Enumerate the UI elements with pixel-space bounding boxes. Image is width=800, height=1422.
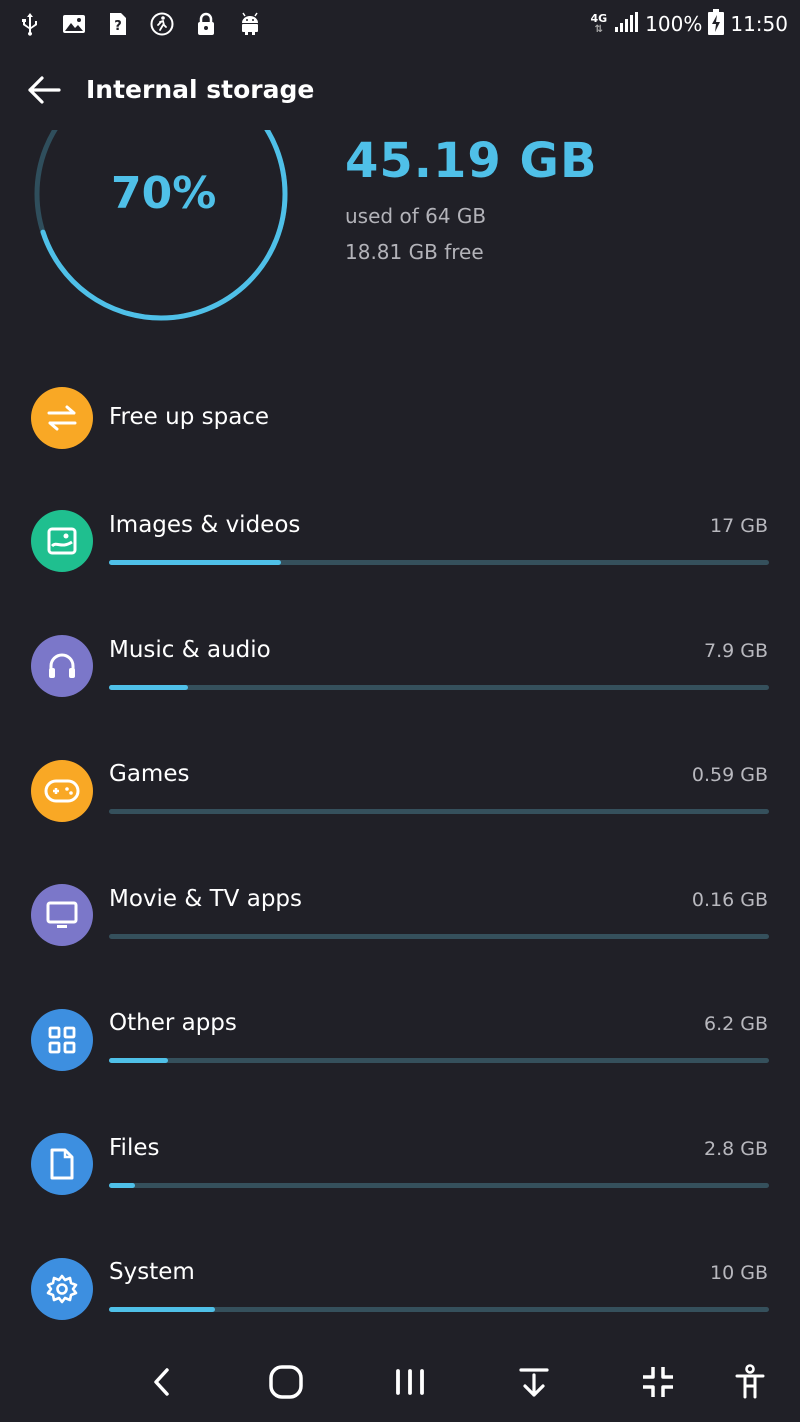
running-icon [150, 12, 174, 36]
app-bar: Internal storage [0, 60, 800, 120]
category-label: Movie & TV apps [109, 886, 302, 912]
gear-icon [31, 1258, 93, 1320]
usage-percent: 70% [111, 168, 217, 219]
category-label: Games [109, 761, 190, 787]
category-size: 2.8 GB [703, 1138, 768, 1160]
free-storage: 18.81 GB free [345, 240, 484, 264]
collapse-down-icon [519, 1368, 549, 1397]
used-storage: 45.19 GB [345, 133, 598, 189]
nav-minimize-button[interactable] [638, 1362, 678, 1402]
category-other-apps[interactable]: Other apps 6.2 GB [0, 993, 800, 1093]
nav-collapse-button[interactable] [514, 1362, 554, 1402]
usage-bar-fill [109, 685, 189, 690]
free-up-space-item[interactable]: Free up space [0, 370, 800, 470]
page-title: Internal storage [86, 75, 315, 104]
recents-icon [396, 1369, 424, 1395]
navigation-bar [0, 1352, 800, 1412]
system-status: 4G ⇅ 100% 11:50 [590, 8, 788, 40]
usage-bar [109, 560, 769, 565]
usage-bar [109, 934, 769, 939]
category-size: 7.9 GB [703, 640, 768, 662]
category-size: 6.2 GB [703, 1013, 768, 1035]
file-icon [31, 1133, 93, 1195]
notification-icons: ? [18, 12, 262, 36]
usage-bar [109, 1307, 769, 1312]
back-button[interactable] [24, 72, 64, 108]
battery-charging-icon [708, 8, 725, 40]
usage-bar [109, 1183, 769, 1188]
apps-grid-icon [31, 1009, 93, 1071]
back-arrow-icon [28, 76, 61, 104]
home-icon [269, 1365, 303, 1399]
nav-back-button[interactable] [142, 1362, 182, 1402]
category-games[interactable]: Games 0.59 GB [0, 744, 800, 844]
usage-bar [109, 809, 769, 814]
usage-bar-fill [109, 560, 281, 565]
battery-percent: 100% [645, 12, 703, 36]
accessibility-icon [735, 1364, 765, 1399]
tv-icon [31, 884, 93, 946]
signal-icon [613, 11, 639, 38]
image-icon [62, 12, 86, 36]
minimize-icon [643, 1367, 673, 1397]
gamepad-icon [31, 760, 93, 822]
usage-bar-fill [109, 1307, 215, 1312]
nav-accessibility-button[interactable] [730, 1362, 770, 1402]
lock-icon [194, 12, 218, 36]
category-size: 17 GB [710, 515, 768, 537]
network-type: 4G ⇅ [590, 11, 608, 35]
image-icon [31, 510, 93, 572]
nav-home-button[interactable] [266, 1362, 306, 1402]
category-files[interactable]: Files 2.8 GB [0, 1118, 800, 1218]
total-storage: used of 64 GB [345, 204, 487, 228]
free-up-space-label: Free up space [109, 404, 270, 430]
status-bar: ? 4G ⇅ 100% 11:50 [0, 0, 800, 48]
headphones-icon [31, 635, 93, 697]
category-images-videos[interactable]: Images & videos 17 GB [0, 495, 800, 595]
category-size: 0.59 GB [691, 764, 768, 786]
usage-bar [109, 1058, 769, 1063]
unknown-app-icon: ? [106, 12, 130, 36]
category-label: Files [109, 1135, 160, 1161]
usage-bar-fill [109, 1058, 169, 1063]
nav-recents-button[interactable] [390, 1362, 430, 1402]
swap-icon [31, 387, 93, 449]
category-label: Other apps [109, 1010, 237, 1036]
category-movie-tv-apps[interactable]: Movie & TV apps 0.16 GB [0, 869, 800, 969]
android-icon [238, 12, 262, 36]
category-size: 10 GB [710, 1262, 768, 1284]
category-label: Images & videos [109, 512, 301, 538]
usage-bar [109, 685, 769, 690]
category-label: Music & audio [109, 637, 271, 663]
clock: 11:50 [730, 12, 788, 36]
usb-icon [18, 12, 42, 36]
category-system[interactable]: System 10 GB [0, 1242, 800, 1342]
category-music-audio[interactable]: Music & audio 7.9 GB [0, 620, 800, 720]
usage-ring [34, 130, 288, 322]
back-icon [154, 1368, 169, 1396]
category-size: 0.16 GB [691, 889, 768, 911]
usage-bar-fill [109, 1183, 136, 1188]
svg-text:?: ? [114, 19, 122, 34]
category-label: System [109, 1259, 195, 1285]
